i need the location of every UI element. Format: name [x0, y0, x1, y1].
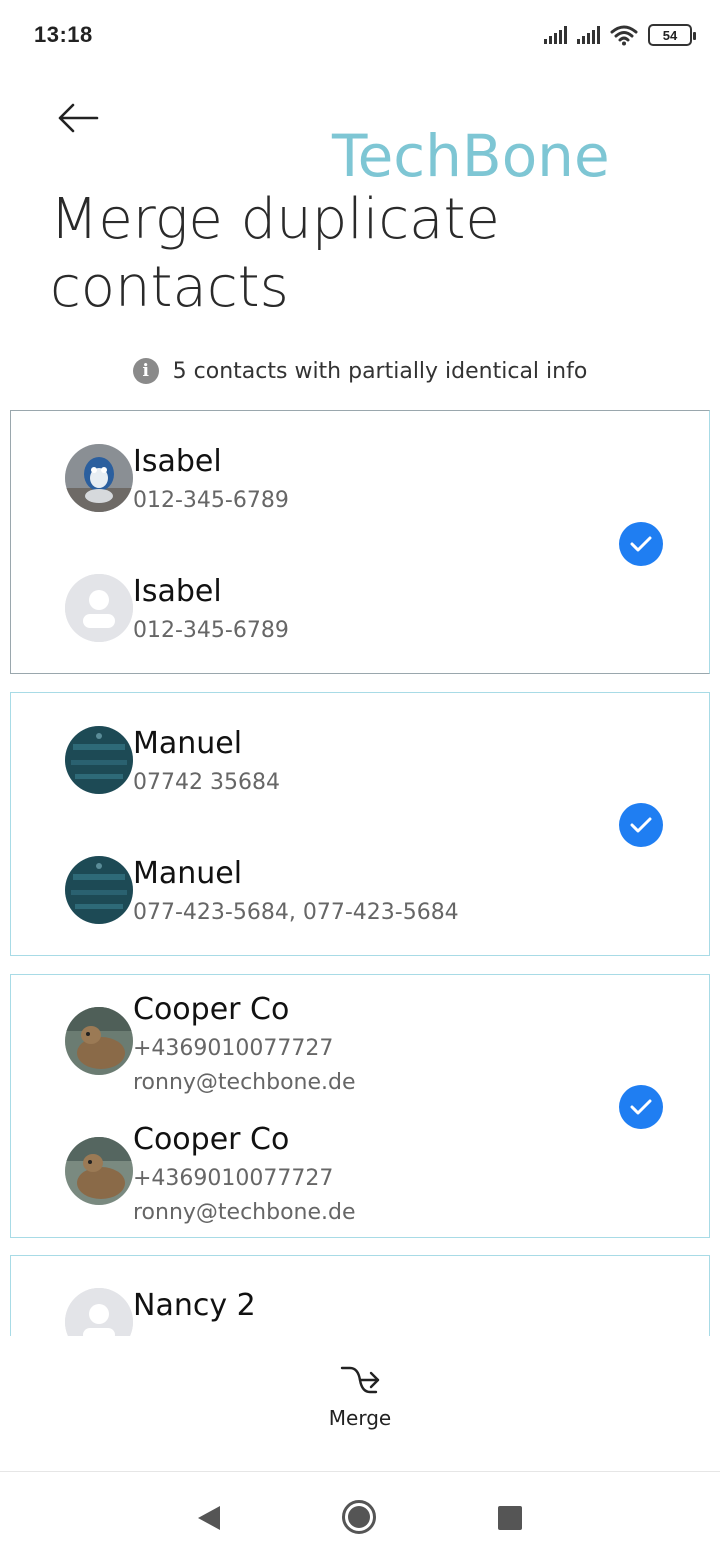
back-arrow-icon	[58, 103, 99, 133]
dog-photo-avatar-icon	[65, 1007, 133, 1075]
battery-icon: 54	[648, 24, 696, 46]
contact-entry: Cooper Co +4369010077727 ronny@techbone.…	[65, 992, 625, 1112]
teal-photo-avatar-icon	[65, 726, 133, 794]
wifi-icon	[610, 25, 638, 46]
nav-home-icon[interactable]	[342, 1500, 376, 1534]
merge-icon	[340, 1366, 380, 1394]
contact-phone: +4369010077727	[133, 1166, 334, 1191]
bottom-action-bar: Merge	[0, 1336, 720, 1472]
info-line: i 5 contacts with partially identical in…	[0, 358, 720, 384]
checkmark-icon[interactable]	[619, 803, 663, 847]
contact-name: Nancy 2	[133, 1288, 256, 1323]
contact-entry: Isabel 012-345-6789	[65, 574, 625, 694]
contact-name: Isabel	[133, 444, 222, 479]
contact-name: Manuel	[133, 856, 243, 891]
contact-name: Isabel	[133, 574, 222, 609]
avatar	[65, 1007, 133, 1075]
contact-entry: Manuel 077-423-5684, 077-423-5684	[65, 856, 625, 976]
penguin-avatar-icon	[65, 444, 133, 512]
default-person-icon	[65, 1288, 133, 1336]
status-icons: 54	[544, 22, 696, 48]
avatar	[65, 1288, 133, 1336]
contact-phone: 012-345-6789	[133, 618, 289, 643]
duplicate-group[interactable]: Cooper Co +4369010077727 ronny@techbone.…	[10, 974, 710, 1238]
signal-icon	[544, 26, 567, 44]
dog-photo-avatar-icon	[65, 1137, 133, 1205]
watermark-logo: TechBone	[332, 122, 610, 190]
duplicate-group[interactable]: Manuel 07742 35684 Manuel 077-423-5684, …	[10, 692, 710, 956]
avatar	[65, 726, 133, 794]
avatar	[65, 574, 133, 642]
checkmark-icon[interactable]	[619, 522, 663, 566]
contact-phone: 012-345-6789	[133, 488, 289, 513]
contact-email: ronny@techbone.de	[133, 1070, 356, 1095]
contact-entry: Nancy 2	[65, 1288, 625, 1336]
contact-phone: +4369010077727	[133, 1036, 334, 1061]
back-button[interactable]	[50, 94, 106, 142]
signal-icon-2	[577, 26, 600, 44]
nav-recents-icon[interactable]	[498, 1506, 522, 1530]
merge-label: Merge	[328, 1406, 392, 1430]
default-person-icon	[65, 574, 133, 642]
navigation-bar	[0, 1474, 720, 1560]
contact-phone: 077-423-5684, 077-423-5684	[133, 900, 459, 925]
contact-name: Cooper Co	[133, 992, 290, 1027]
teal-photo-avatar-icon	[65, 856, 133, 924]
contact-entry: Manuel 07742 35684	[65, 726, 625, 846]
contact-phone: 07742 35684	[133, 770, 280, 795]
duplicate-group[interactable]: Nancy 2	[10, 1255, 710, 1336]
merge-button[interactable]: Merge	[310, 1362, 410, 1446]
contact-name: Cooper Co	[133, 1122, 290, 1157]
status-time: 13:18	[34, 22, 93, 47]
avatar	[65, 444, 133, 512]
contact-email: ronny@techbone.de	[133, 1200, 356, 1225]
duplicate-group[interactable]: Isabel 012-345-6789 Isabel 012-345-6789	[10, 410, 710, 674]
contact-name: Manuel	[133, 726, 243, 761]
duplicate-list: Isabel 012-345-6789 Isabel 012-345-6789	[0, 410, 720, 1336]
contact-entry: Cooper Co +4369010077727 ronny@techbone.…	[65, 1122, 625, 1242]
nav-back-icon[interactable]	[196, 1504, 222, 1532]
status-bar: 13:18 54	[0, 0, 720, 70]
avatar	[65, 1137, 133, 1205]
contact-entry: Isabel 012-345-6789	[65, 444, 625, 564]
avatar	[65, 856, 133, 924]
info-icon: i	[132, 358, 159, 384]
info-text: 5 contacts with partially identical info	[172, 358, 588, 384]
page-title: Merge duplicate contacts	[50, 187, 500, 320]
checkmark-icon[interactable]	[619, 1085, 663, 1129]
